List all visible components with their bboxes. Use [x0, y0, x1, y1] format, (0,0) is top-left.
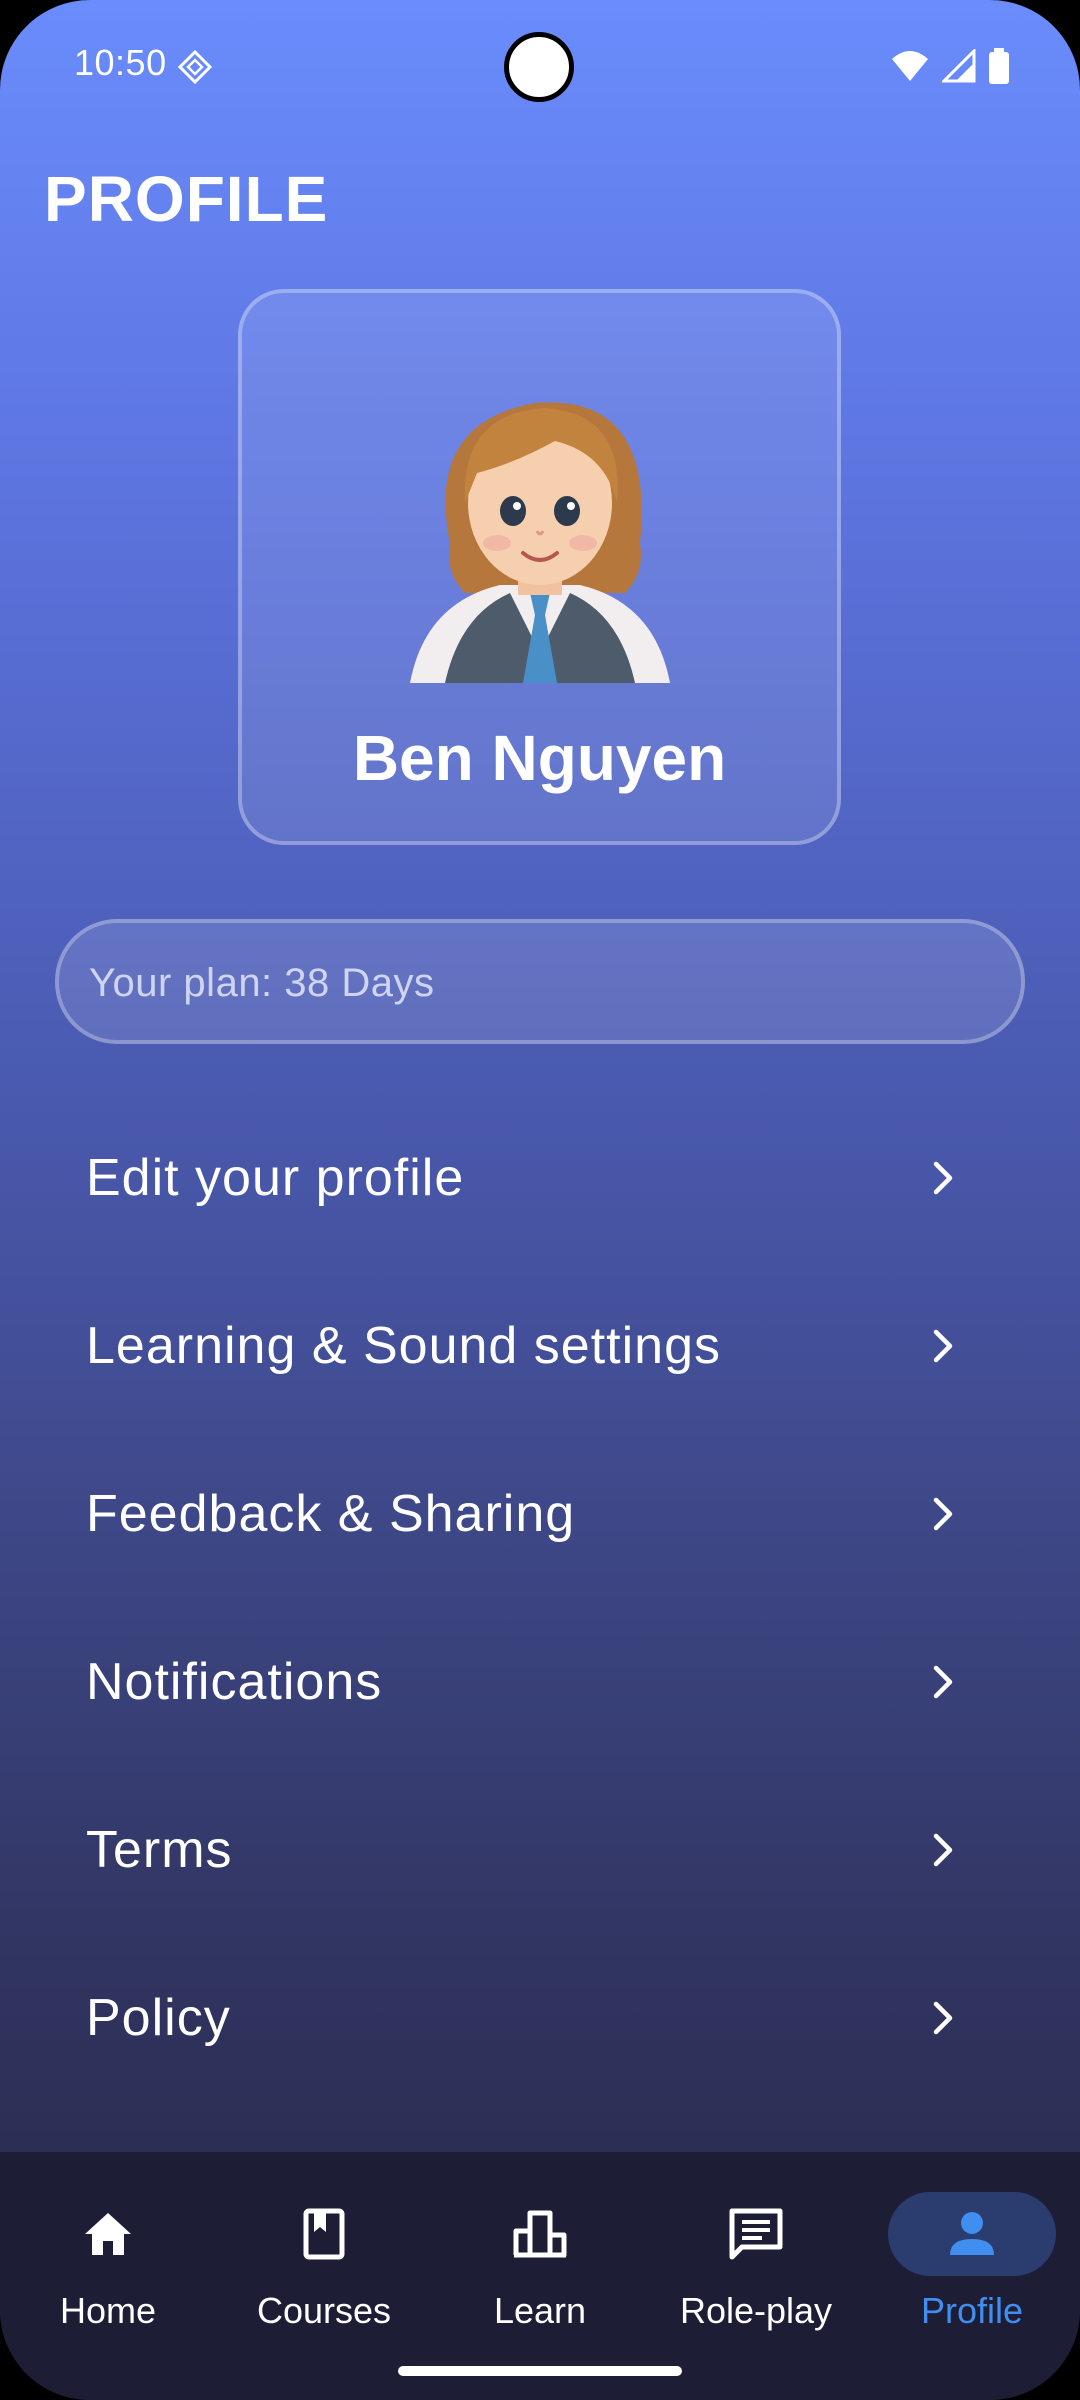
- app-notification-icon: [178, 50, 212, 84]
- nav-icon-container: [240, 2192, 408, 2276]
- plan-status: Your plan: 38 Days: [55, 919, 1025, 1044]
- nav-item-courses[interactable]: Courses: [216, 2172, 432, 2332]
- settings-menu: Edit your profile Learning & Sound setti…: [0, 1094, 1080, 2102]
- nav-active-indicator: [888, 2192, 1056, 2276]
- menu-item-edit-profile[interactable]: Edit your profile: [0, 1094, 1080, 1262]
- status-time: 10:50: [74, 42, 167, 83]
- menu-item-feedback-sharing[interactable]: Feedback & Sharing: [0, 1430, 1080, 1598]
- menu-item-notifications[interactable]: Notifications: [0, 1598, 1080, 1766]
- wifi-icon: [892, 51, 928, 81]
- chevron-right-icon: [933, 1833, 953, 1867]
- home-icon: [85, 2213, 131, 2255]
- screen: 10:50 PROFILE Ben Nguyen Your plan: 38 D…: [0, 0, 1080, 2400]
- status-bar: 10:50: [0, 0, 1080, 130]
- chevron-right-icon: [933, 1329, 953, 1363]
- profile-card: Ben Nguyen: [238, 289, 841, 845]
- menu-item-label: Policy: [86, 1989, 231, 2047]
- nav-item-label: Courses: [256, 2290, 392, 2331]
- chevron-right-icon: [933, 1161, 953, 1195]
- nav-icon-container: [456, 2192, 624, 2276]
- profile-name: Ben Nguyen: [352, 722, 727, 794]
- nav-item-home[interactable]: Home: [0, 2172, 216, 2332]
- nav-item-learn[interactable]: Learn: [432, 2172, 648, 2332]
- chat-icon: [729, 2208, 783, 2260]
- camera-cutout: [504, 32, 574, 102]
- person-icon: [950, 2212, 994, 2255]
- chevron-right-icon: [933, 1497, 953, 1531]
- menu-item-label: Notifications: [86, 1653, 383, 1711]
- plan-text: Your plan: 38 Days: [89, 961, 435, 1005]
- menu-item-label: Feedback & Sharing: [86, 1485, 576, 1543]
- chart-icon: [513, 2210, 567, 2258]
- menu-item-policy[interactable]: Policy: [0, 1934, 1080, 2102]
- nav-icon-container: [24, 2192, 192, 2276]
- bottom-navigation: Home Courses Learn Role-play Profile: [0, 2152, 1080, 2400]
- nav-item-label: Home: [59, 2290, 157, 2331]
- nav-item-label: Profile: [920, 2290, 1024, 2331]
- avatar: [410, 402, 670, 683]
- nav-item-label: Learn: [493, 2290, 587, 2331]
- nav-item-label: Role-play: [679, 2290, 833, 2331]
- status-icons: [890, 46, 1010, 86]
- nav-item-role-play[interactable]: Role-play: [648, 2172, 864, 2332]
- page-title: PROFILE: [44, 163, 329, 235]
- nav-item-profile[interactable]: Profile: [864, 2172, 1080, 2332]
- book-icon: [303, 2208, 345, 2260]
- menu-item-label: Learning & Sound settings: [86, 1317, 721, 1375]
- signal-icon: [942, 49, 976, 83]
- chevron-right-icon: [933, 1665, 953, 1699]
- battery-icon: [989, 48, 1009, 84]
- nav-icon-container: [672, 2192, 840, 2276]
- menu-item-learning-sound-settings[interactable]: Learning & Sound settings: [0, 1262, 1080, 1430]
- menu-item-terms[interactable]: Terms: [0, 1766, 1080, 1934]
- chevron-right-icon: [933, 2001, 953, 2035]
- home-indicator[interactable]: [398, 2366, 682, 2376]
- menu-item-label: Edit your profile: [86, 1149, 465, 1207]
- menu-item-label: Terms: [86, 1821, 233, 1879]
